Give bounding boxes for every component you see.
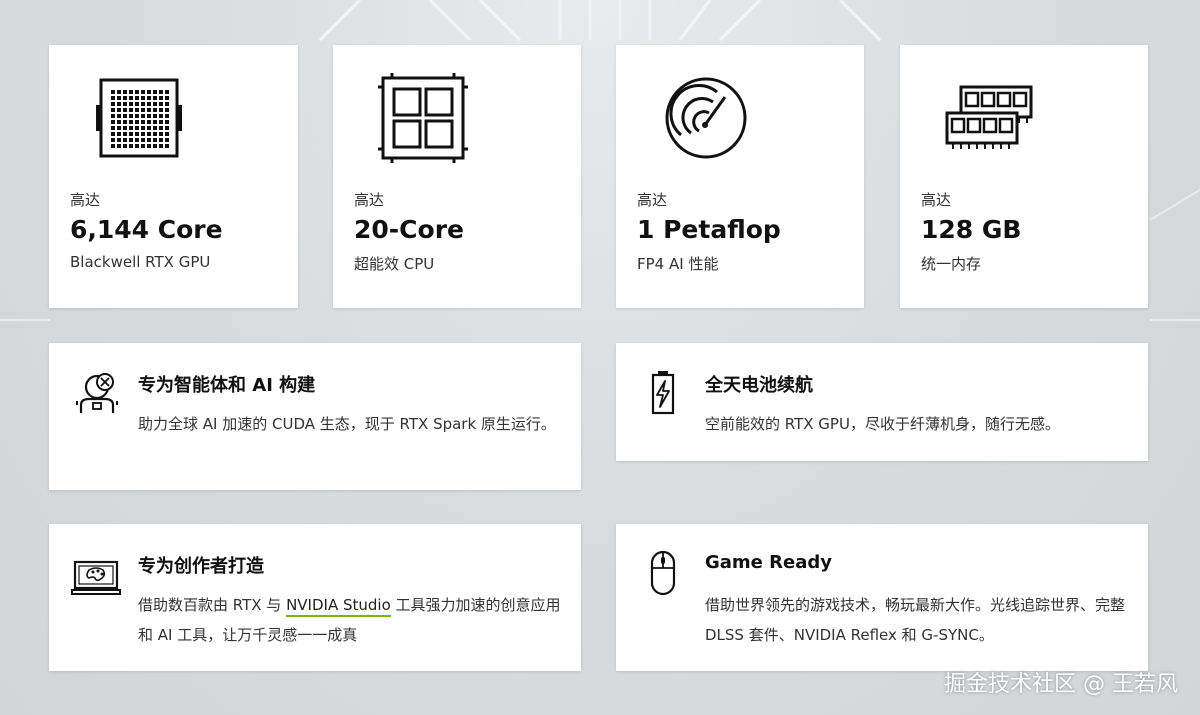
stat-subtitle: FP4 AI 性能 bbox=[637, 255, 719, 273]
feature-description: 助力全球 AI 加速的 CUDA 生态，现于 RTX Spark 原生运行。 bbox=[138, 415, 556, 433]
stat-value: 128 GB bbox=[921, 215, 1022, 244]
stat-value: 20-Core bbox=[354, 215, 464, 244]
stat-card-cpu: 高达 20-Core 超能效 CPU bbox=[333, 45, 581, 308]
nvidia-studio-link[interactable]: NVIDIA Studio bbox=[286, 596, 391, 617]
stat-card-ai-performance: 高达 1 Petaflop FP4 AI 性能 bbox=[616, 45, 864, 308]
feature-title: Game Ready bbox=[705, 552, 832, 573]
stat-subtitle: Blackwell RTX GPU bbox=[70, 253, 211, 271]
cpu-chip-icon bbox=[378, 73, 468, 163]
laptop-palette-icon bbox=[71, 560, 121, 595]
feature-card-creators: 专为创作者打造 借助数百款由 RTX 与 NVIDIA Studio 工具强力加… bbox=[49, 524, 581, 671]
description-text: 借助数百款由 RTX 与 bbox=[138, 596, 287, 614]
feature-description: 空前能效的 RTX GPU，尽收于纤薄机身，随行无感。 bbox=[705, 415, 1060, 433]
stat-card-memory: 高达 128 GB 统一内存 bbox=[900, 45, 1148, 308]
stat-value: 6,144 Core bbox=[70, 215, 223, 244]
feature-card-ai: 专为智能体和 AI 构建 助力全球 AI 加速的 CUDA 生态，现于 RTX … bbox=[49, 343, 581, 490]
feature-description: 借助世界领先的游戏技术，畅玩最新大作。光线追踪世界、完整 DLSS 套件、NVI… bbox=[705, 596, 1126, 644]
feature-card-battery: 全天电池续航 空前能效的 RTX GPU，尽收于纤薄机身，随行无感。 bbox=[616, 343, 1148, 461]
feature-title: 全天电池续航 bbox=[705, 375, 813, 396]
stat-subtitle: 超能效 CPU bbox=[354, 255, 435, 273]
memory-module-icon bbox=[945, 85, 1033, 149]
stat-value: 1 Petaflop bbox=[637, 215, 781, 244]
gpu-chip-icon bbox=[96, 78, 182, 158]
feature-description: 借助数百款由 RTX 与 NVIDIA Studio 工具强力加速的创意应用和 … bbox=[138, 590, 568, 650]
stat-card-gpu: 高达 6,144 Core Blackwell RTX GPU bbox=[49, 45, 298, 308]
battery-icon bbox=[651, 371, 675, 415]
stat-prefix: 高达 bbox=[921, 191, 952, 209]
watermark-text: 掘金技术社区 @ 王若风 bbox=[944, 672, 1178, 697]
speedometer-icon bbox=[665, 77, 747, 159]
mouse-icon bbox=[650, 550, 676, 596]
feature-title: 专为智能体和 AI 构建 bbox=[138, 375, 316, 396]
stat-prefix: 高达 bbox=[637, 191, 668, 209]
stat-subtitle: 统一内存 bbox=[921, 255, 982, 273]
feature-title: 专为创作者打造 bbox=[138, 556, 264, 577]
ai-agent-icon bbox=[76, 373, 118, 413]
stat-prefix: 高达 bbox=[354, 191, 385, 209]
stat-prefix: 高达 bbox=[70, 191, 101, 209]
feature-card-gaming: Game Ready 借助世界领先的游戏技术，畅玩最新大作。光线追踪世界、完整 … bbox=[616, 524, 1148, 671]
